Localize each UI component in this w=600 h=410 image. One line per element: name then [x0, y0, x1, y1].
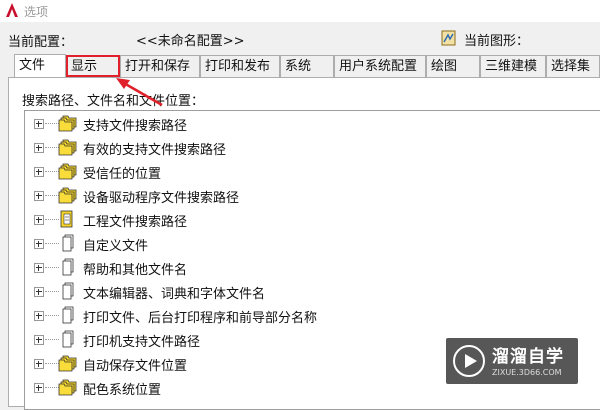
tab-bar: 文件 显示 打开和保存 打印和发布 系统 用户系统配置 绘图 三维建模 选择集	[14, 54, 600, 77]
tree-connector	[45, 147, 59, 148]
folder-stack-icon	[58, 138, 78, 156]
tree-item-label: 文本编辑器、词典和字体文件名	[83, 287, 266, 302]
tree-item[interactable]: 打印机支持文件路径	[34, 330, 454, 350]
expand-plus-icon[interactable]	[34, 119, 44, 129]
tree-connector	[45, 195, 59, 196]
expand-plus-icon[interactable]	[34, 359, 44, 369]
tree-item[interactable]: 设备驱动程序文件搜索路径	[34, 186, 454, 206]
file-stack-icon	[58, 330, 78, 348]
folder-stack-icon	[58, 162, 78, 180]
autocad-logo-icon	[6, 3, 18, 17]
search-paths-label: 搜索路径、文件名和文件位置：	[22, 94, 205, 109]
tab-drafting[interactable]: 绘图	[426, 55, 480, 77]
tree-item[interactable]: 工程文件搜索路径	[34, 210, 454, 230]
tree-item-label: 打印文件、后台打印程序和前导部分名称	[83, 311, 318, 326]
folder-stack-icon	[58, 354, 78, 372]
tab-files[interactable]: 文件	[14, 54, 66, 77]
tree-item-label: 受信任的位置	[83, 167, 162, 182]
file-stack-icon	[58, 306, 78, 324]
expand-plus-icon[interactable]	[34, 335, 44, 345]
tree-item-label: 支持文件搜索路径	[83, 119, 188, 134]
tab-user-preferences[interactable]: 用户系统配置	[334, 55, 426, 77]
current-profile-value: <<未命名配置>>	[136, 34, 245, 49]
folder-stack-icon	[58, 114, 78, 132]
tree-item-label: 工程文件搜索路径	[83, 215, 188, 230]
tree-connector	[45, 339, 59, 340]
folder-stack-icon	[58, 186, 78, 204]
tab-selection[interactable]: 选择集	[546, 55, 600, 77]
tree-connector	[45, 315, 59, 316]
tree-item[interactable]: 有效的支持文件搜索路径	[34, 138, 454, 158]
tab-system[interactable]: 系统	[280, 55, 334, 77]
expand-plus-icon[interactable]	[34, 263, 44, 273]
tree-item-label: 打印机支持文件路径	[83, 335, 201, 350]
tree-connector	[45, 267, 59, 268]
project-book-icon	[58, 210, 78, 228]
tree-item-label: 配色系统位置	[83, 383, 162, 398]
tree-connector	[45, 219, 59, 220]
file-stack-icon	[58, 234, 78, 252]
file-stack-icon	[58, 258, 78, 276]
current-profile-label: 当前配置：	[8, 35, 74, 50]
tab-3d-modeling[interactable]: 三维建模	[480, 55, 546, 77]
title-bar: 选项	[0, 0, 600, 22]
current-drawing-label: 当前图形：	[464, 34, 530, 49]
file-stack-icon	[58, 282, 78, 300]
tree-item-label: 帮助和其他文件名	[83, 263, 188, 278]
tree-item[interactable]: 自定义文件	[34, 234, 454, 254]
play-logo-icon	[453, 345, 485, 377]
watermark: 溜溜自学 ZIXUE.3D66.COM	[446, 338, 578, 384]
folder-stack-icon	[58, 378, 78, 396]
tree-item-label: 自动保存文件位置	[83, 359, 188, 374]
expand-plus-icon[interactable]	[34, 191, 44, 201]
expand-plus-icon[interactable]	[34, 239, 44, 249]
tree-item[interactable]: 打印文件、后台打印程序和前导部分名称	[34, 306, 454, 326]
tree-connector	[45, 243, 59, 244]
watermark-url: ZIXUE.3D66.COM	[492, 368, 562, 377]
tree-item[interactable]: 文本编辑器、词典和字体文件名	[34, 282, 454, 302]
expand-plus-icon[interactable]	[34, 167, 44, 177]
expand-plus-icon[interactable]	[34, 311, 44, 321]
tab-open-save[interactable]: 打开和保存	[120, 55, 200, 77]
tree-item[interactable]: 受信任的位置	[34, 162, 454, 182]
watermark-text: 溜溜自学	[492, 347, 564, 367]
expand-plus-icon[interactable]	[34, 143, 44, 153]
tab-display[interactable]: 显示	[66, 55, 120, 77]
tree-item[interactable]: 帮助和其他文件名	[34, 258, 454, 278]
tree-item[interactable]: 配色系统位置	[34, 378, 454, 398]
expand-plus-icon[interactable]	[34, 383, 44, 393]
tree-connector	[45, 387, 59, 388]
tree-connector	[45, 363, 59, 364]
drawing-file-icon	[441, 30, 456, 46]
tree-connector	[45, 171, 59, 172]
window-title: 选项	[24, 5, 49, 19]
tab-plot-publish[interactable]: 打印和发布	[200, 55, 280, 77]
tree-item[interactable]: 自动保存文件位置	[34, 354, 454, 374]
expand-plus-icon[interactable]	[34, 287, 44, 297]
tree-item[interactable]: 支持文件搜索路径	[34, 114, 454, 134]
tree-item-label: 自定义文件	[83, 239, 149, 254]
tree-connector	[45, 123, 59, 124]
tree-item-label: 设备驱动程序文件搜索路径	[83, 191, 240, 206]
tree-connector	[45, 291, 59, 292]
tree-item-label: 有效的支持文件搜索路径	[83, 143, 227, 158]
expand-plus-icon[interactable]	[34, 215, 44, 225]
